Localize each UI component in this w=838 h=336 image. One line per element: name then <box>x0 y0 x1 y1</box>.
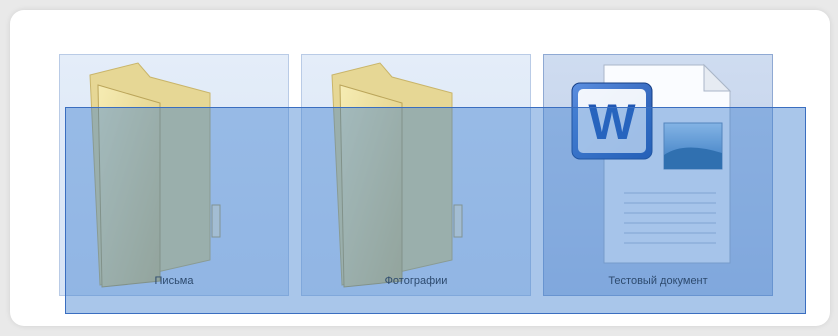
explorer-panel: Письма Фотографии W Тестовый документ <box>10 10 830 326</box>
selection-rectangle <box>65 107 806 314</box>
